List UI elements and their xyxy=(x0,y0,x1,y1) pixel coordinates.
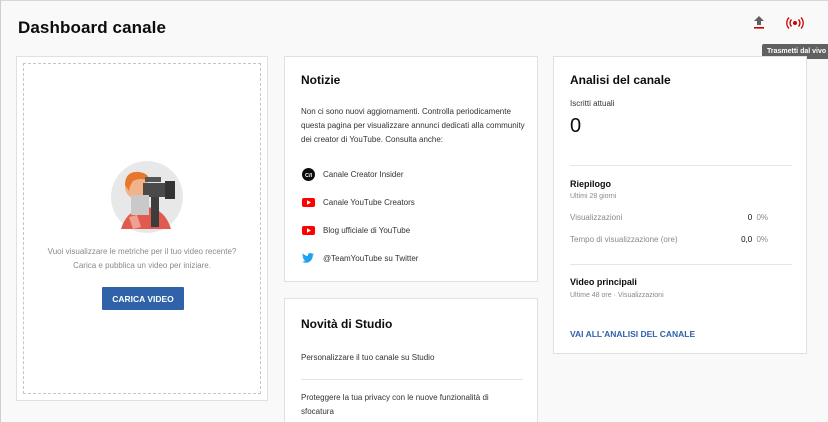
metric-row-views: Visualizzazioni 0 0% xyxy=(570,213,768,222)
upload-button[interactable] xyxy=(744,10,774,40)
link-label: Canale Creator Insider xyxy=(323,169,404,179)
studio-news-item[interactable]: Proteggere la tua privacy con le nuove f… xyxy=(301,391,523,419)
studio-news-title: Novità di Studio xyxy=(301,317,393,331)
youtube-icon xyxy=(301,197,315,207)
metric-percent: 0% xyxy=(756,213,768,222)
link-label: Blog ufficiale di YouTube xyxy=(323,225,411,235)
link-creator-insider[interactable]: C/I Canale Creator Insider xyxy=(301,167,404,181)
top-videos-title: Video principali xyxy=(570,277,637,287)
divider xyxy=(570,165,792,166)
upload-video-button[interactable]: CARICA VIDEO xyxy=(102,287,184,310)
link-youtube-creators[interactable]: Canale YouTube Creators xyxy=(301,197,415,207)
left-border xyxy=(0,0,1,422)
link-label: Canale YouTube Creators xyxy=(323,197,415,207)
news-body: Non ci sono nuovi aggiornamenti. Control… xyxy=(301,107,525,144)
live-broadcast-icon xyxy=(786,16,804,34)
channel-analytics-card: Analisi del canale Iscritti attuali 0 Ri… xyxy=(553,56,807,354)
metric-label: Tempo di visualizzazione (ore) xyxy=(570,235,678,244)
empty-state-text: Vuoi visualizzare le metriche per il tuo… xyxy=(17,245,267,273)
studio-news-card: Novità di Studio Personalizzare il tuo c… xyxy=(284,298,538,422)
top-videos-subtitle: Ultime 48 ore · Visualizzazioni xyxy=(570,292,664,299)
go-live-button[interactable] xyxy=(780,10,810,40)
news-title: Notizie xyxy=(301,73,341,87)
empty-state-line2: Carica e pubblica un video per iniziare. xyxy=(73,261,211,270)
metric-value: 0,0 xyxy=(741,235,753,244)
twitter-icon xyxy=(301,253,315,263)
metric-label: Visualizzazioni xyxy=(570,213,623,222)
link-label: @TeamYouTube su Twitter xyxy=(323,253,419,263)
subscribers-label: Iscritti attuali xyxy=(570,99,615,108)
youtube-icon xyxy=(301,225,315,235)
metric-row-watch-time: Tempo di visualizzazione (ore) 0,0 0% xyxy=(570,235,768,244)
metric-percent: 0% xyxy=(756,235,768,244)
empty-state-line1: Vuoi visualizzare le metriche per il tuo… xyxy=(47,247,237,256)
studio-news-item[interactable]: Personalizzare il tuo canale su Studio xyxy=(301,351,523,365)
camera-operator-illustration xyxy=(107,157,187,237)
subscribers-value: 0 xyxy=(570,115,582,137)
analytics-title: Analisi del canale xyxy=(570,73,671,87)
metric-value: 0 xyxy=(747,213,753,222)
top-border xyxy=(0,0,828,1)
divider xyxy=(570,264,792,265)
link-team-youtube-twitter[interactable]: @TeamYouTube su Twitter xyxy=(301,253,418,263)
creator-insider-icon: C/I xyxy=(301,167,315,181)
recent-video-card: Vuoi visualizzare le metriche per il tuo… xyxy=(16,56,268,401)
news-card: Notizie Non ci sono nuovi aggiornamenti.… xyxy=(284,56,538,282)
divider xyxy=(301,379,523,380)
svg-text:C/I: C/I xyxy=(304,172,312,178)
summary-period: Ultimi 28 giorni xyxy=(570,193,617,200)
link-youtube-blog[interactable]: Blog ufficiale di YouTube xyxy=(301,225,410,235)
go-to-analytics-link[interactable]: VAI ALL'ANALISI DEL CANALE xyxy=(570,329,695,339)
page-title: Dashboard canale xyxy=(18,18,167,37)
upload-icon xyxy=(753,16,765,34)
summary-title: Riepilogo xyxy=(570,179,611,189)
